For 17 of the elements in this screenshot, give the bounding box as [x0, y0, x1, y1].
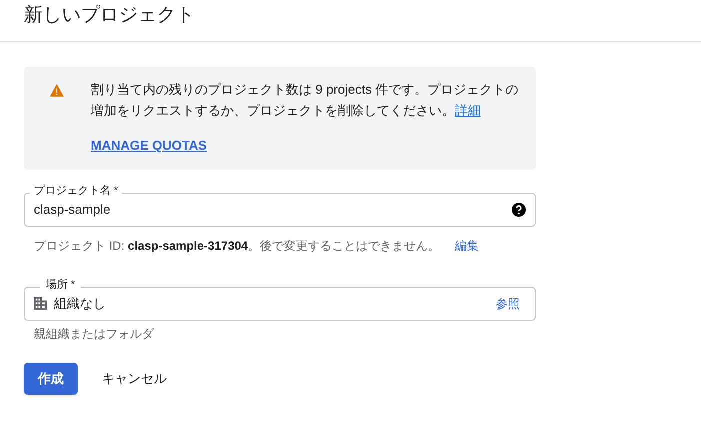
- field-label: プロジェクト名 *: [30, 184, 122, 198]
- warning-icon: [50, 84, 64, 97]
- building-icon: [34, 297, 47, 310]
- field-label: 場所 *: [40, 278, 82, 292]
- location-hint: 親組織またはフォルダ: [33, 326, 156, 342]
- field-value: clasp-sample: [34, 200, 112, 219]
- browse-link[interactable]: 参照: [496, 294, 520, 312]
- cancel-button[interactable]: キャンセル: [78, 362, 191, 394]
- manage-quotas-link[interactable]: MANAGE QUOTAS: [91, 136, 208, 156]
- edit-link[interactable]: 編集: [455, 236, 480, 254]
- details-link[interactable]: 詳細: [455, 103, 481, 118]
- notice-text: 割り当て内の残りのプロジェクト数は 9 projects 件です。プロジェクトの増加をリクエストするか、プロジェクトを削除してください。詳細: [91, 81, 520, 120]
- help-icon[interactable]: [512, 202, 526, 216]
- project-id-hint: プロジェクト ID: clasp-sample-317304。後で変更することはできません。: [34, 238, 440, 254]
- create-button[interactable]: 作成: [24, 362, 78, 394]
- dialog-title: 新しいプロジェクト: [24, 4, 195, 28]
- field-value: 組織なし: [54, 294, 107, 313]
